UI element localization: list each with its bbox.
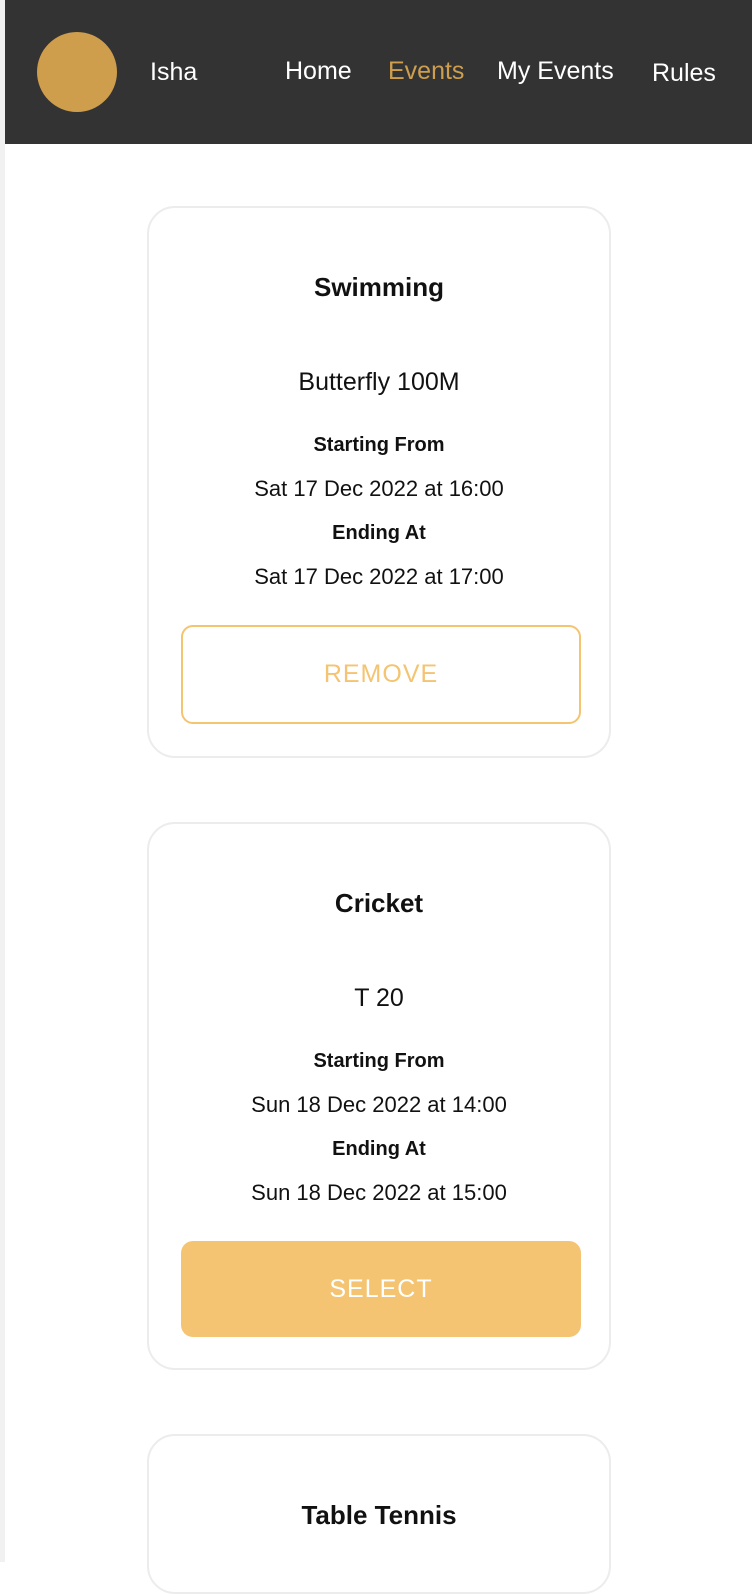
select-button[interactable]: SELECT [181,1241,581,1337]
start-datetime: Sun 18 Dec 2022 at 14:00 [251,1092,507,1117]
start-label: Starting From [313,434,445,456]
nav-my-events-link[interactable]: My Events [497,55,614,87]
nav-rules-link[interactable]: Rules [652,57,716,89]
remove-button[interactable]: REMOVE [181,625,581,724]
nav-events-link[interactable]: Events [388,55,464,87]
user-name: Isha [150,58,198,86]
event-card-table-tennis: Table Tennis [147,1434,611,1594]
event-title: Swimming [313,272,444,302]
nav-home-link[interactable]: Home [285,55,352,87]
end-datetime: Sun 18 Dec 2022 at 15:00 [251,1180,507,1205]
page-edge [0,0,5,1562]
event-title: Cricket [334,888,424,918]
event-subtitle: Butterfly 100M [298,368,460,396]
end-label: Ending At [332,1138,426,1160]
start-datetime: Sat 17 Dec 2022 at 16:00 [254,476,504,501]
end-label: Ending At [332,522,426,544]
top-navbar: Isha Home Events My Events Rules [5,0,752,144]
event-card-swimming: Swimming Butterfly 100M Starting From Sa… [147,206,611,758]
event-title: Table Tennis [301,1500,457,1530]
end-datetime: Sat 17 Dec 2022 at 17:00 [254,564,504,589]
event-card-cricket: Cricket T 20 Starting From Sun 18 Dec 20… [147,822,611,1370]
event-subtitle: T 20 [354,984,404,1012]
start-label: Starting From [313,1050,445,1072]
user-avatar[interactable] [37,32,117,112]
